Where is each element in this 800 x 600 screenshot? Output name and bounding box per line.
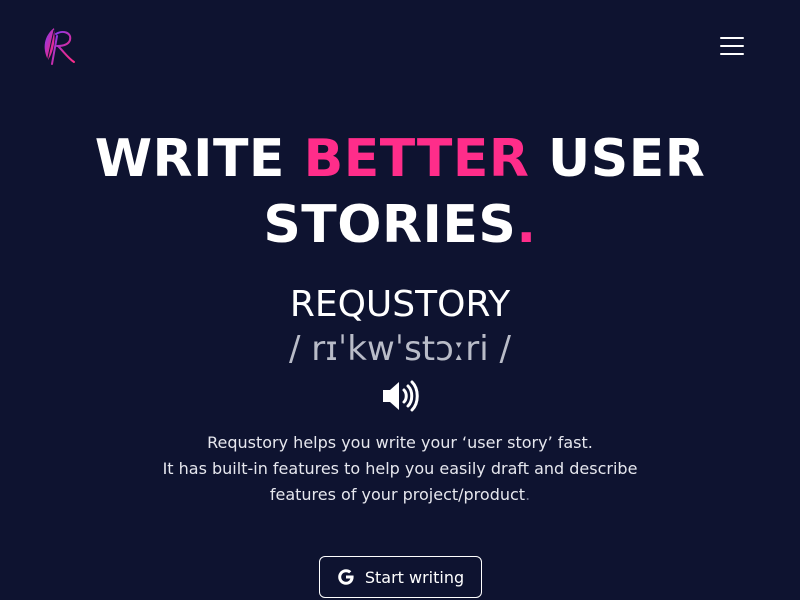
landing-page: WRITE BETTER USER STORIES. REQUSTORY / r… bbox=[0, 0, 800, 600]
headline-word-user: USER bbox=[548, 129, 706, 189]
description-line: It has built-in features to help you eas… bbox=[162, 459, 638, 478]
google-g-icon bbox=[338, 569, 354, 585]
menu-line bbox=[720, 37, 744, 39]
hero-description: Requstory helps you write your ‘user sto… bbox=[150, 430, 650, 508]
description-line: Requstory helps you write your ‘user sto… bbox=[207, 433, 593, 452]
description-line: features of your project/product. bbox=[150, 482, 650, 508]
headline-word-better: BETTER bbox=[303, 129, 530, 189]
start-writing-button[interactable]: Start writing bbox=[319, 556, 482, 598]
hamburger-menu-icon[interactable] bbox=[716, 33, 748, 59]
menu-line bbox=[720, 53, 744, 55]
description-trailing-dot: . bbox=[525, 485, 531, 504]
start-writing-label: Start writing bbox=[364, 567, 465, 587]
phonetic-pronunciation: / rɪˈkwˈstɔːri / bbox=[289, 329, 511, 369]
description-line-text: features of your project/product bbox=[269, 485, 526, 504]
feather-quill-r-logo[interactable] bbox=[40, 24, 80, 68]
brand-name: REQUSTORY bbox=[289, 284, 511, 325]
hero-headline: WRITE BETTER USER STORIES. bbox=[0, 126, 800, 258]
headline-word-stories: STORIES bbox=[263, 195, 517, 255]
volume-up-icon[interactable] bbox=[380, 378, 420, 414]
headline-dot: . bbox=[516, 195, 537, 255]
menu-line bbox=[720, 45, 744, 47]
headline-word-write: WRITE bbox=[94, 129, 285, 189]
